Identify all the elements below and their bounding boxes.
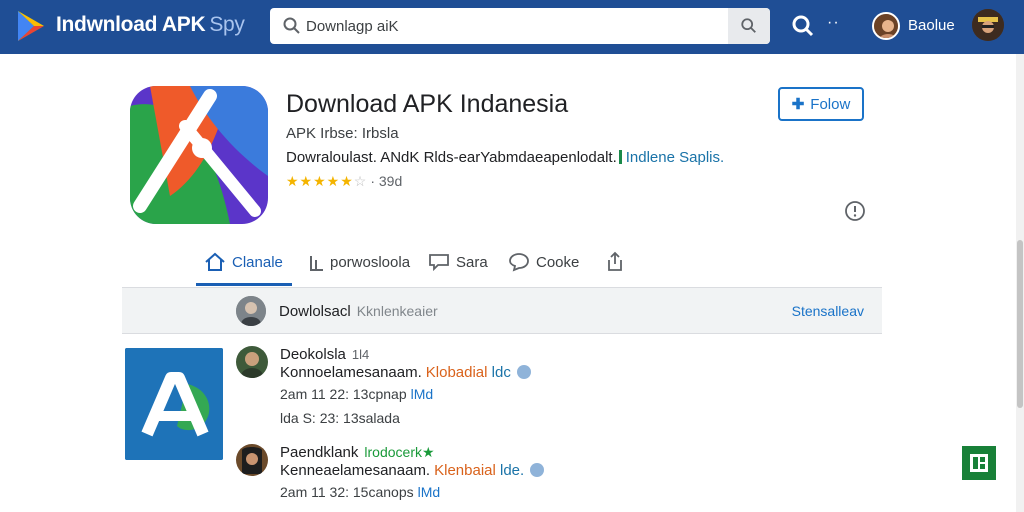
- brand-secondary: Spy: [209, 13, 245, 36]
- composer-action-link[interactable]: Stensalleav: [792, 303, 864, 319]
- reviewer-name[interactable]: Paendklank: [280, 444, 358, 461]
- rating-stars-icon: ★★★★★: [286, 173, 354, 189]
- home-icon: [205, 252, 225, 271]
- sheets-icon[interactable]: [962, 446, 996, 480]
- tab-downloads[interactable]: porwosloola: [308, 240, 410, 284]
- app-subtitle: APK Irbse: Irbsla: [286, 125, 399, 142]
- sheets-glyph-icon: [962, 446, 996, 480]
- share-icon: [608, 251, 622, 271]
- reviewer-name-line: Deokolsla 1l4: [280, 346, 369, 363]
- review-time-link[interactable]: lMd: [418, 484, 441, 500]
- reviewer-name-line: Paendklank lrodocerk★: [280, 444, 435, 461]
- review-highlight-secondary: ldc: [491, 364, 511, 381]
- review-timestamp: 2am 11 22: 13cpnap lMd: [280, 386, 433, 402]
- chat-bubble-icon: [509, 253, 529, 272]
- tab-chat[interactable]: Cooke: [508, 240, 579, 284]
- profile-avatar[interactable]: [972, 9, 1004, 41]
- review-highlight: Klobadial: [425, 364, 488, 381]
- review-timestamp: 2am 11 32: 15canops lMd: [280, 484, 440, 500]
- reviewer-meta: 1l4: [351, 347, 370, 362]
- app-description: Dowraloulast. ANdK Rlds-earYabmdaeapenlo…: [286, 149, 724, 166]
- more-options-button[interactable]: ··: [827, 14, 840, 32]
- app-description-tag[interactable]: Indlene Saplis.: [626, 149, 724, 166]
- composer-name: Dowlolsacl: [279, 303, 351, 320]
- emoji-icon: [530, 463, 545, 477]
- app-store-logo-icon: [125, 348, 223, 460]
- search-icon: [283, 17, 300, 34]
- rating-count: · 39d: [370, 173, 403, 189]
- search-input[interactable]: [306, 14, 706, 38]
- app-rating: ★★★★★☆ · 39d: [286, 173, 402, 190]
- review-text: Kenneaelamesanaam. Klenbaial lde.: [280, 462, 545, 479]
- tab-label: Sara: [456, 253, 488, 271]
- rating-empty-star-icon: ☆: [353, 173, 367, 189]
- emoji-icon: [516, 365, 531, 379]
- search-submit-button[interactable]: [728, 8, 770, 44]
- scrollbar-thumb[interactable]: [1017, 240, 1023, 408]
- app-logo-icon: [130, 86, 268, 224]
- review-subtimestamp: lda S: 23: 13salada: [280, 410, 400, 426]
- brand-primary: Indwnload APK: [56, 13, 206, 36]
- app-icon: [130, 86, 268, 224]
- tab-label: Clanale: [232, 253, 283, 271]
- tab-label: Cooke: [536, 253, 580, 271]
- review-time: 2am 11 22: 13cpnap: [280, 386, 407, 402]
- composer-avatar-image: [236, 296, 266, 326]
- composer-avatar: [236, 296, 266, 326]
- comment-composer[interactable]: Dowlolsacl Kknlenkeaier Stensalleav: [122, 287, 882, 334]
- review-highlight: Klenbaial: [434, 462, 496, 479]
- reviewer-avatar[interactable]: [236, 346, 268, 378]
- user-avatar-image: [874, 14, 898, 38]
- reviewer-name[interactable]: Deokolsla: [280, 346, 346, 363]
- review-item: Deokolsla 1l4 Konnoelamesanaam. Klobadial …: [236, 346, 856, 436]
- review-time-link[interactable]: lMd: [411, 386, 434, 402]
- user-avatar[interactable]: [872, 12, 900, 40]
- composer-placeholder: Kknlenkeaier: [356, 303, 438, 319]
- app-store-thumbnail[interactable]: [125, 348, 223, 460]
- brand-title[interactable]: Indwnload APK Spy: [56, 13, 245, 37]
- info-icon[interactable]: [844, 200, 866, 222]
- plus-icon: ✚: [791, 96, 805, 113]
- search-box: [270, 8, 770, 44]
- reviewer-avatar-image: [236, 444, 268, 476]
- tab-reviews[interactable]: Sara: [428, 240, 488, 284]
- review-highlight-secondary: lde.: [500, 462, 525, 479]
- review-text: Konnoelamesanaam. Klobadial ldc: [280, 364, 531, 381]
- app-title: Download APK Indanesia: [286, 90, 569, 118]
- follow-button[interactable]: ✚ Folow: [778, 87, 864, 121]
- tab-label: porwosloola: [330, 253, 411, 271]
- top-app-bar: Indwnload APKSpy ·· Baolue: [0, 0, 1024, 54]
- search-submit-icon: [741, 18, 756, 33]
- tab-overview[interactable]: Clanale: [204, 240, 283, 284]
- toolbar-search-icon[interactable]: [790, 13, 816, 39]
- active-tab-indicator: [196, 283, 292, 286]
- review-body: Konnoelamesanaam.: [280, 364, 422, 381]
- reviewer-avatar-image: [236, 346, 268, 378]
- follow-label: Folow: [810, 95, 851, 113]
- app-description-text: Dowraloulast. ANdK Rlds-earYabmdaeapenlo…: [286, 149, 617, 166]
- play-store-logo-icon[interactable]: [14, 9, 48, 43]
- profile-avatar-image: [972, 9, 1004, 41]
- review-time: 2am 11 32: 15canops: [280, 484, 414, 500]
- review-item: Paendklank lrodocerk★ Kenneaelamesanaam. K…: [236, 444, 856, 504]
- reviewer-badge: lrodocerk★: [364, 444, 435, 460]
- chart-icon: [310, 256, 323, 271]
- tab-share[interactable]: [604, 240, 632, 284]
- review-body: Kenneaelamesanaam.: [280, 462, 431, 479]
- user-name[interactable]: Baolue: [908, 17, 955, 34]
- description-marker-icon: [618, 150, 622, 164]
- composer-prompt: Dowlolsacl Kknlenkeaier: [279, 303, 438, 320]
- reviewer-avatar[interactable]: [236, 444, 268, 476]
- comment-icon: [429, 254, 449, 272]
